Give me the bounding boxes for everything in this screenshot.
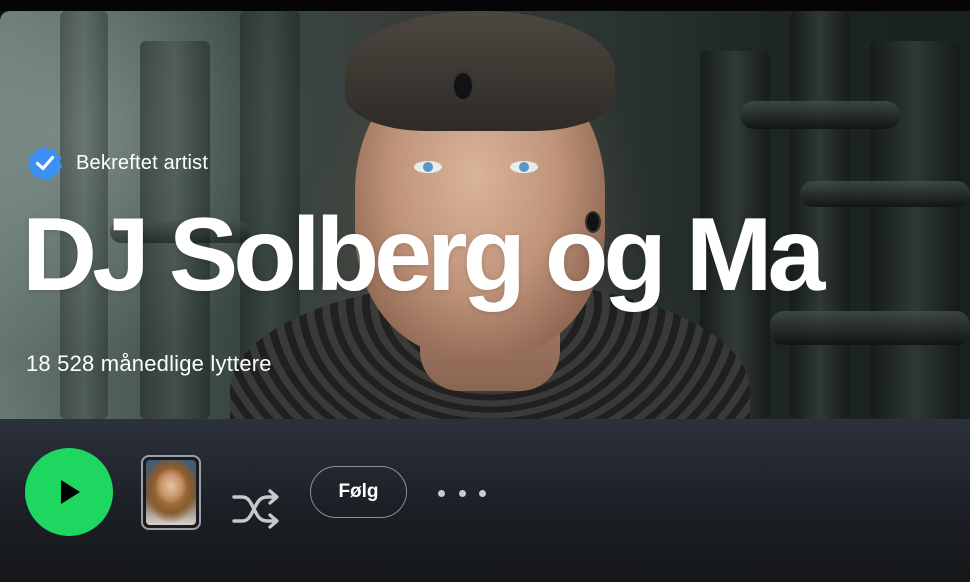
play-button[interactable] (25, 448, 113, 536)
artist-action-bar: Følg (0, 419, 970, 582)
more-options-button[interactable] (438, 479, 486, 507)
verified-badge-icon (26, 144, 64, 182)
thumbnail-image (146, 460, 196, 525)
window-top-bar (0, 0, 970, 11)
monthly-listeners-count: 18 528 månedlige lyttere (26, 351, 272, 376)
shuffle-icon (232, 489, 279, 529)
verified-artist-label: Bekreftet artist (76, 151, 209, 174)
artist-header: Bekreftet artist DJ Solberg og Ma 18 528… (0, 11, 970, 419)
play-icon (61, 480, 80, 504)
artist-pick-thumbnail[interactable] (141, 455, 201, 530)
verified-artist-row: Bekreftet artist (26, 144, 208, 182)
follow-button[interactable]: Følg (310, 466, 407, 518)
artist-name-title: DJ Solberg og Ma (22, 197, 825, 313)
shuffle-button[interactable] (230, 487, 282, 531)
more-options-icon (438, 489, 445, 497)
